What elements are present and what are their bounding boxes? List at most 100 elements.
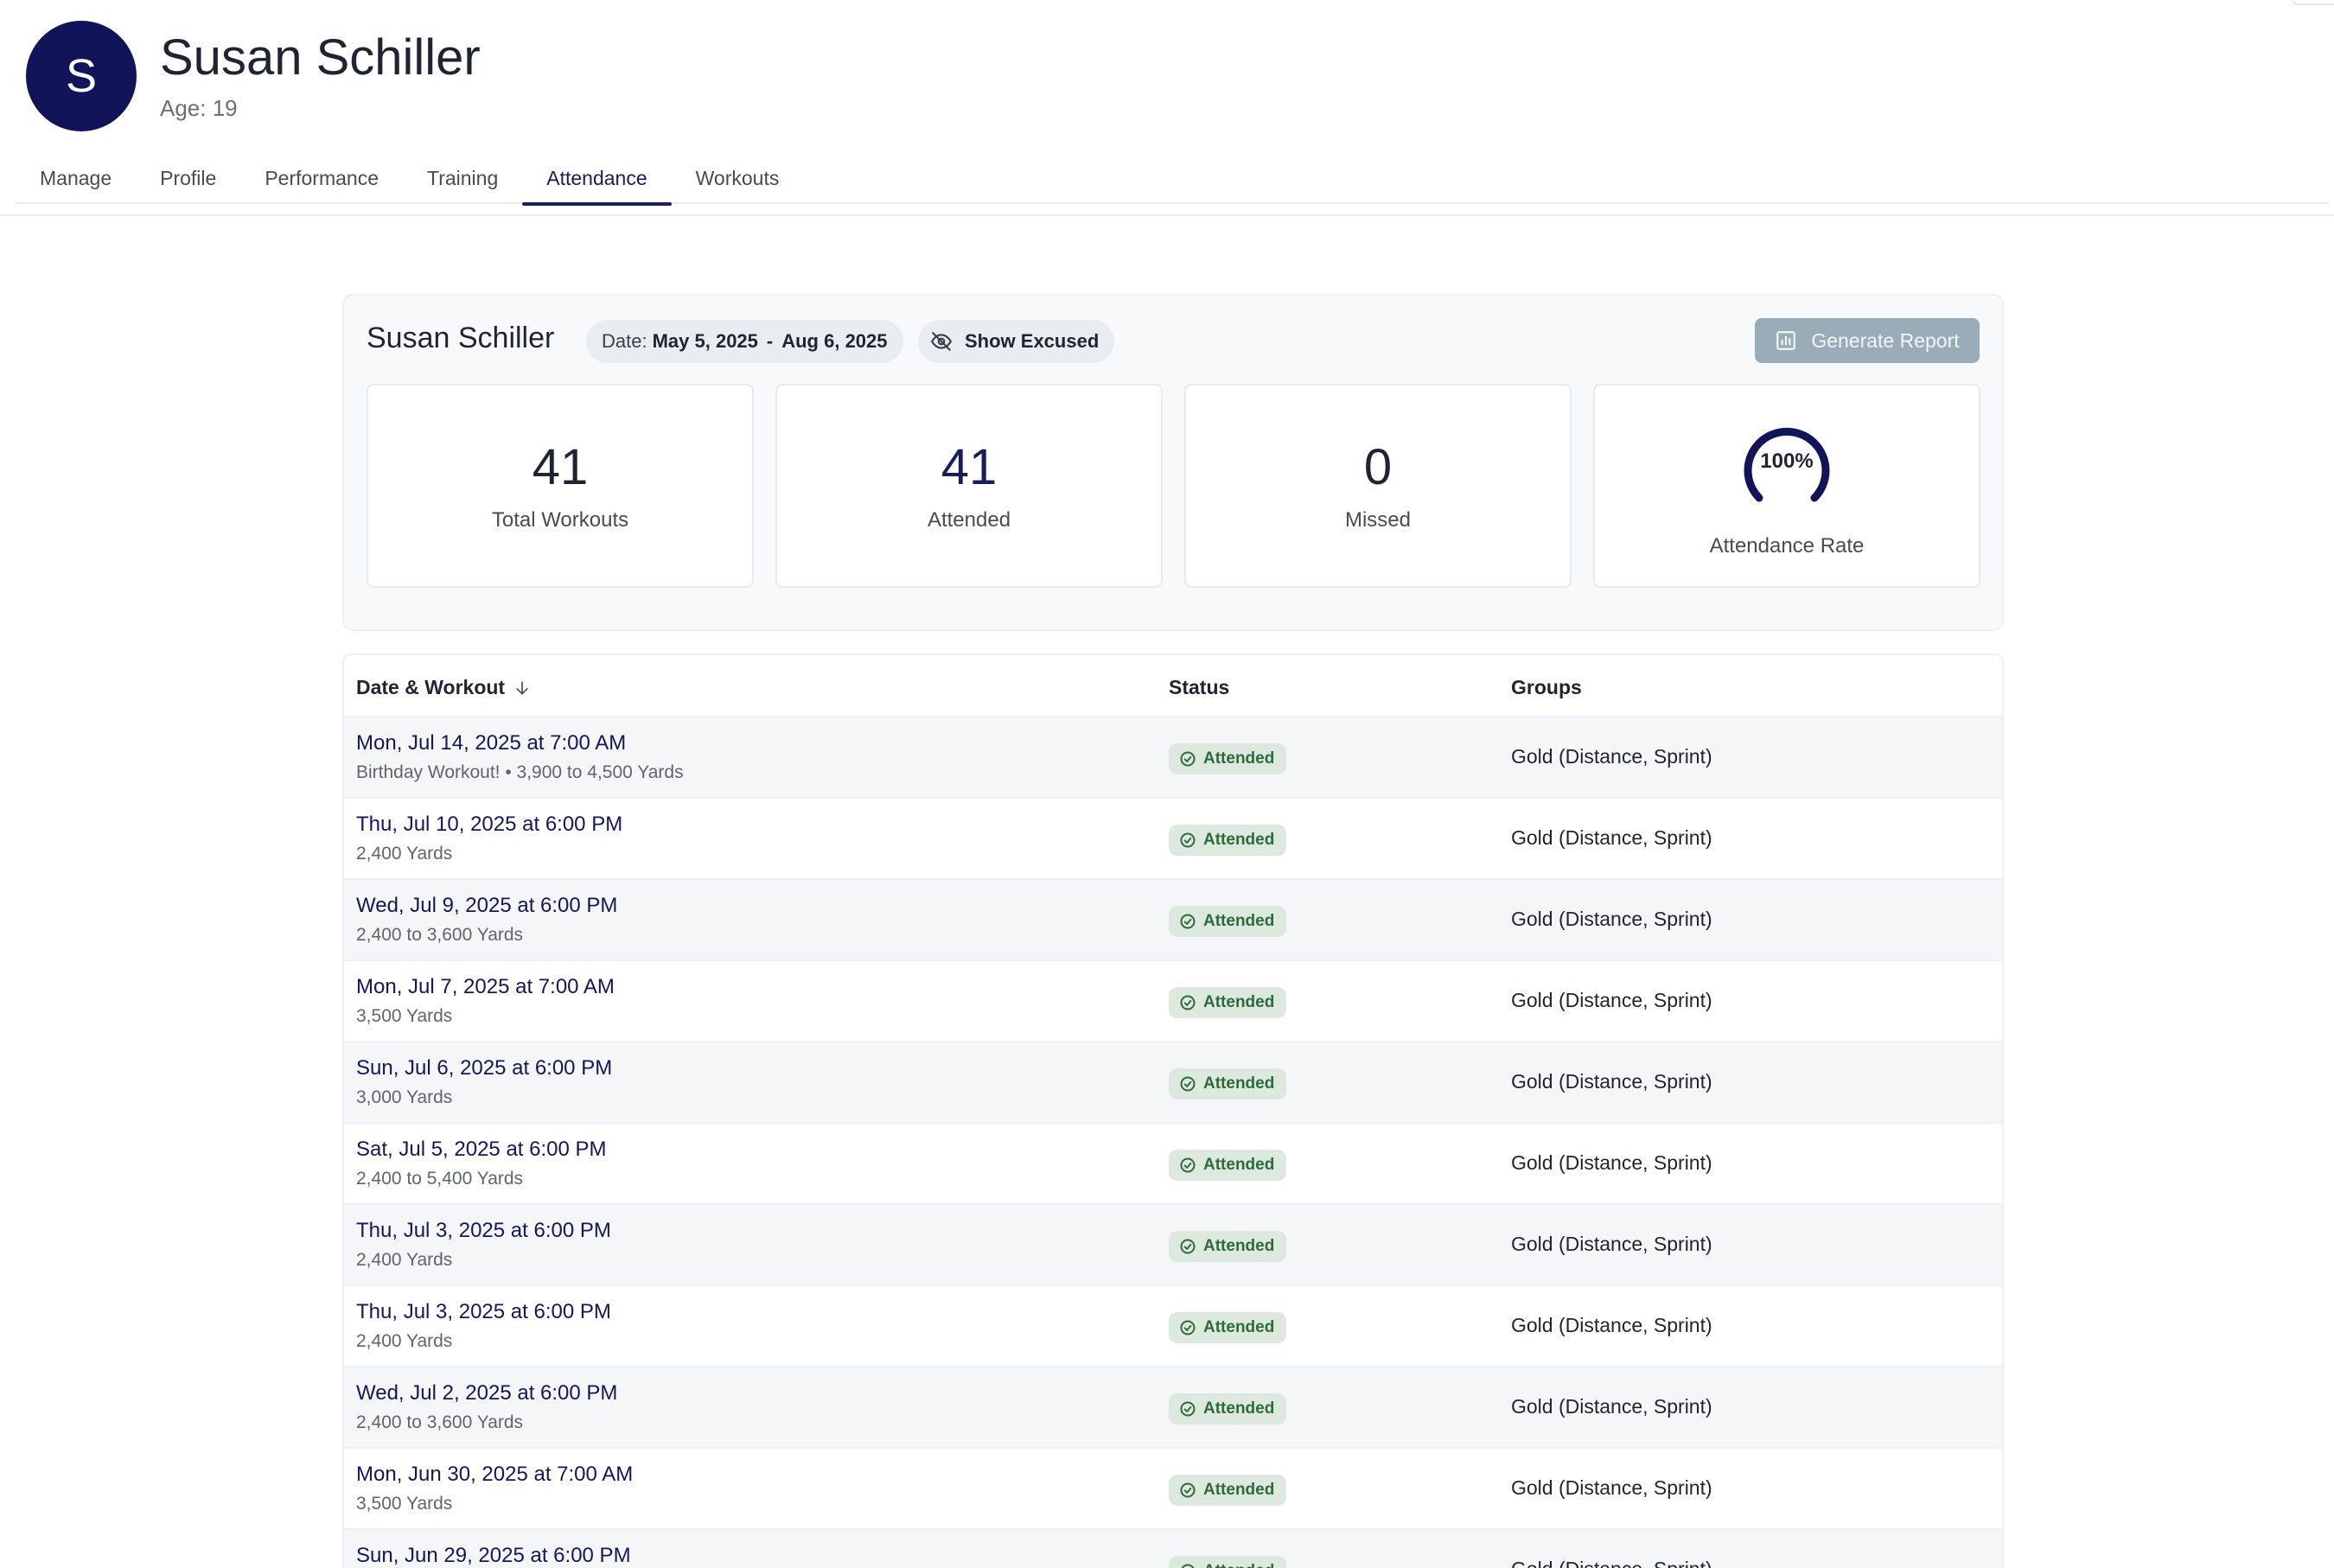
row-groups: Gold (Distance, Sprint) (1511, 1558, 1712, 1568)
divider (0, 214, 2334, 216)
status-label: Attended (1203, 1562, 1274, 1568)
check-circle-icon (1180, 1239, 1196, 1254)
attendance-summary-card: Susan Schiller Date: May 5, 2025 - Aug 6… (342, 294, 2004, 631)
table-row[interactable]: Sun, Jun 29, 2025 at 6:00 PM Attended Go… (344, 1530, 2002, 1568)
workout-details: 2,400 Yards (356, 1250, 453, 1270)
status-badge: Attended (1169, 1068, 1287, 1100)
date-range-end: Aug 6, 2025 (781, 330, 888, 352)
check-circle-icon (1180, 1482, 1196, 1498)
workout-details: Birthday Workout! • 3,900 to 4,500 Yards (356, 762, 684, 782)
workout-details: 3,500 Yards (356, 1494, 453, 1514)
date-workout-header-label: Date & Workout (356, 676, 506, 698)
status-label: Attended (1203, 1399, 1275, 1418)
check-circle-icon (1180, 1320, 1196, 1335)
check-circle-icon (1180, 1401, 1196, 1417)
workout-details: 2,400 Yards (356, 844, 453, 864)
generate-report-label: Generate Report (1811, 328, 1960, 352)
avatar: S (26, 21, 137, 131)
workout-date[interactable]: Sun, Jul 6, 2025 at 6:00 PM (356, 1056, 612, 1080)
tab-profile[interactable]: Profile (136, 152, 240, 204)
athlete-age: Age: 19 (160, 95, 238, 122)
generate-report-button[interactable]: Generate Report (1755, 318, 1980, 363)
workout-date[interactable]: Sat, Jul 5, 2025 at 6:00 PM (356, 1138, 607, 1162)
date-range-filter[interactable]: Date: May 5, 2025 - Aug 6, 2025 (586, 320, 903, 363)
tab-manage[interactable]: Manage (16, 152, 136, 204)
row-groups: Gold (Distance, Sprint) (1511, 989, 1712, 1011)
row-groups: Gold (Distance, Sprint) (1511, 1233, 1712, 1255)
attended-value: 41 (941, 439, 998, 495)
missed-label: Missed (1344, 508, 1412, 532)
workout-date[interactable]: Mon, Jul 14, 2025 at 7:00 AM (356, 731, 626, 755)
window-corner-control[interactable] (2293, 0, 2334, 5)
date-range-separator: - (766, 330, 774, 352)
workout-date[interactable]: Mon, Jun 30, 2025 at 7:00 AM (356, 1463, 633, 1487)
table-row[interactable]: Wed, Jul 9, 2025 at 6:00 PM 2,400 to 3,6… (344, 880, 2002, 961)
table-header: Date & Workout Status Groups (344, 655, 2002, 717)
workout-details: 3,000 Yards (356, 1087, 453, 1107)
check-circle-icon (1180, 832, 1196, 848)
status-badge: Attended (1169, 1150, 1287, 1181)
workout-date[interactable]: Thu, Jul 3, 2025 at 6:00 PM (356, 1300, 611, 1324)
workout-date[interactable]: Thu, Jul 10, 2025 at 6:00 PM (356, 813, 622, 837)
table-row[interactable]: Sat, Jul 5, 2025 at 6:00 PM 2,400 to 5,4… (344, 1124, 2002, 1205)
status-badge: Attended (1169, 906, 1287, 937)
tab-workouts[interactable]: Workouts (672, 152, 804, 204)
row-groups: Gold (Distance, Sprint) (1511, 1314, 1712, 1336)
workout-details: 2,400 to 3,600 Yards (356, 1412, 524, 1432)
attendance-rate-label: Attendance Rate (1709, 534, 1865, 558)
status-badge: Attended (1169, 1475, 1287, 1506)
table-row[interactable]: Wed, Jul 2, 2025 at 6:00 PM 2,400 to 3,6… (344, 1367, 2002, 1449)
table-row[interactable]: Mon, Jun 30, 2025 at 7:00 AM 3,500 Yards… (344, 1449, 2002, 1530)
attendance-table: Date & Workout Status Groups Mon, Jul 14… (342, 653, 2004, 1568)
workout-date[interactable]: Mon, Jul 7, 2025 at 7:00 AM (356, 975, 615, 999)
status-header: Status (1169, 676, 1230, 698)
table-row[interactable]: Thu, Jul 3, 2025 at 6:00 PM 2,400 Yards … (344, 1205, 2002, 1286)
status-badge: Attended (1169, 1393, 1287, 1425)
check-circle-icon (1180, 1076, 1196, 1092)
status-label: Attended (1203, 1156, 1275, 1174)
status-badge: Attended (1169, 825, 1287, 856)
total-workouts-label: Total Workouts (491, 508, 629, 532)
status-badge: Attended (1169, 1231, 1287, 1262)
tab-bar: Manage Profile Performance Training Atte… (16, 152, 2329, 206)
table-row[interactable]: Thu, Jul 3, 2025 at 6:00 PM 2,400 Yards … (344, 1286, 2002, 1367)
tab-attendance[interactable]: Attendance (522, 152, 673, 206)
athlete-header: S Susan Schiller Age: 19 (26, 21, 481, 131)
workout-details: 2,400 to 3,600 Yards (356, 925, 524, 945)
status-label: Attended (1203, 1318, 1275, 1336)
tab-performance[interactable]: Performance (240, 152, 403, 204)
check-circle-icon (1181, 1564, 1195, 1568)
chart-report-icon (1776, 331, 1796, 350)
workout-date[interactable]: Thu, Jul 3, 2025 at 6:00 PM (356, 1219, 611, 1243)
arrow-down-icon (516, 681, 528, 694)
row-groups: Gold (Distance, Sprint) (1511, 745, 1712, 768)
stat-missed: 0 Missed (1184, 384, 1572, 588)
workout-date[interactable]: Sun, Jun 29, 2025 at 6:00 PM (356, 1544, 631, 1568)
status-badge: Attended (1169, 1312, 1287, 1343)
workout-date[interactable]: Wed, Jul 2, 2025 at 6:00 PM (356, 1381, 617, 1405)
sort-date-workout-header[interactable]: Date & Workout (356, 676, 531, 699)
status-label: Attended (1203, 1481, 1275, 1499)
eye-off-icon (931, 332, 952, 351)
total-workouts-value: 41 (532, 439, 589, 495)
workout-details: 2,400 to 5,400 Yards (356, 1169, 524, 1189)
workout-date[interactable]: Wed, Jul 9, 2025 at 6:00 PM (356, 894, 617, 918)
summary-title: Susan Schiller (367, 322, 555, 354)
status-badge: Attended (1169, 743, 1287, 774)
table-row[interactable]: Thu, Jul 10, 2025 at 6:00 PM 2,400 Yards… (344, 799, 2002, 880)
groups-header: Groups (1511, 676, 1582, 698)
table-row[interactable]: Sun, Jul 6, 2025 at 6:00 PM 3,000 Yards … (344, 1042, 2002, 1124)
table-row[interactable]: Mon, Jul 7, 2025 at 7:00 AM 3,500 Yards … (344, 961, 2002, 1042)
tab-training[interactable]: Training (403, 152, 522, 204)
table-body: Mon, Jul 14, 2025 at 7:00 AM Birthday Wo… (344, 717, 2002, 1568)
show-excused-toggle[interactable]: Show Excused (918, 320, 1115, 363)
row-groups: Gold (Distance, Sprint) (1511, 1151, 1712, 1174)
check-circle-icon (1180, 995, 1196, 1010)
attendance-rate-gauge: 100% (1744, 427, 1830, 513)
stat-attended: 41 Attended (775, 384, 1163, 588)
status-label: Attended (1203, 749, 1275, 768)
table-row[interactable]: Mon, Jul 14, 2025 at 7:00 AM Birthday Wo… (344, 717, 2002, 799)
stat-total-workouts: 41 Total Workouts (367, 384, 754, 588)
status-label: Attended (1203, 1074, 1275, 1093)
status-label: Attended (1203, 912, 1275, 930)
